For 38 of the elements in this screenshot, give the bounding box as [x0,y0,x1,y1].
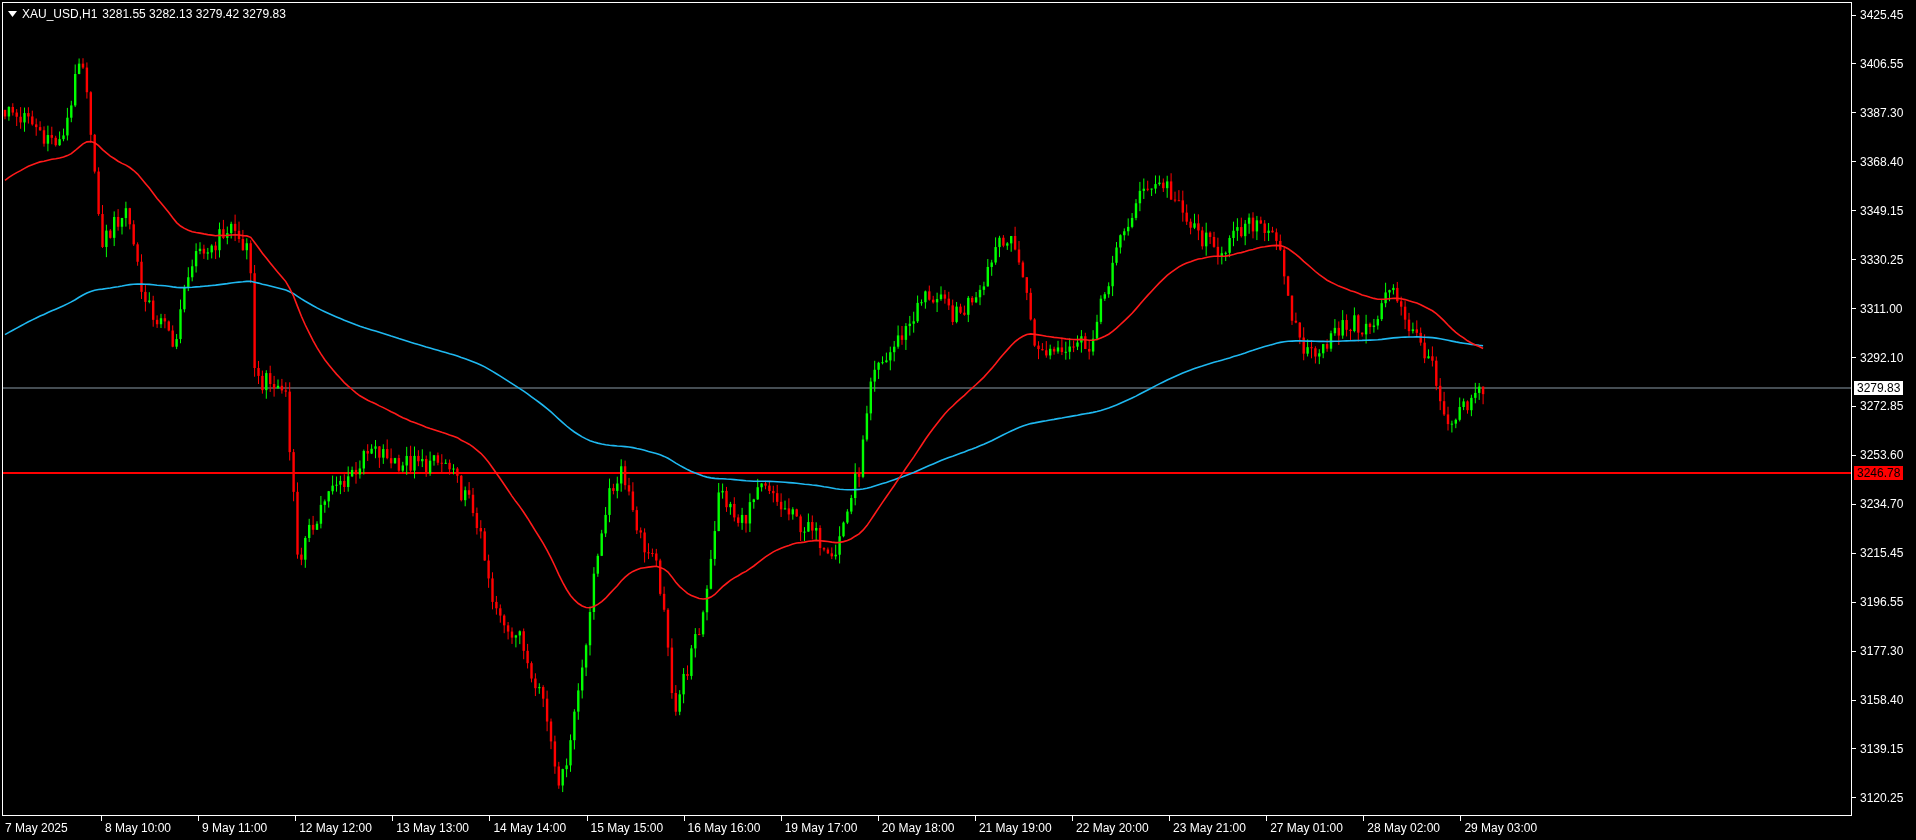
time-tick-label: 23 May 21:00 [1173,821,1246,835]
time-tick-label: 14 May 14:00 [493,821,567,835]
price-label: 3279.83 [1854,381,1904,395]
dropdown-caret-icon[interactable] [8,11,17,17]
price-tick-label: 3272.85 [1860,399,1904,414]
price-tick-label: 3234.70 [1860,497,1904,512]
price-tick-label: 3311.00 [1860,301,1903,316]
price-tick-label: 3425.45 [1860,8,1904,22]
time-tick-label: 21 May 19:00 [978,821,1052,835]
time-tick-label: 20 May 18:00 [881,821,955,835]
price-tick-label: 3139.15 [1860,741,1904,756]
price-tick-label: 3387.30 [1860,105,1904,120]
price-tick-label: 3177.30 [1860,644,1904,659]
time-tick-label: 13 May 13:00 [396,821,469,835]
time-tick-label: 15 May 15:00 [590,821,664,835]
time-tick-label: 8 May 10:00 [105,821,172,835]
time-tick-label: 27 May 01:00 [1270,821,1343,835]
price-tick-label: 3330.25 [1860,252,1904,267]
price-tick-label: 3253.60 [1860,448,1904,463]
price-tick-label: 3196.55 [1860,595,1904,610]
time-tick-label: 9 May 11:00 [202,821,268,835]
price-tick-label: 3368.40 [1860,154,1904,169]
price-tick-label: 3292.10 [1860,350,1904,365]
price-tick-label: 3349.15 [1860,203,1904,218]
time-tick-label: 16 May 16:00 [687,821,761,835]
time-tick-label: 7 May 2025 [5,821,68,835]
time-tick-label: 22 May 20:00 [1076,821,1149,835]
price-tick-label: 3406.55 [1860,56,1904,71]
time-tick-label: 29 May 03:00 [1464,821,1538,835]
price-label: 3246.78 [1854,466,1904,480]
price-tick-label: 3215.45 [1860,546,1904,561]
price-tick-label: 3120.25 [1860,790,1904,805]
time-tick-label: 19 May 17:00 [784,821,858,835]
time-tick-label: 28 May 02:00 [1367,821,1440,835]
symbol-title: XAU_USD,H1 [22,6,98,23]
time-tick-label: 12 May 12:00 [299,821,372,835]
ohlc-values: 3281.55 3282.13 3279.42 3279.83 [102,6,286,23]
price-tick-label: 3158.40 [1860,693,1904,707]
